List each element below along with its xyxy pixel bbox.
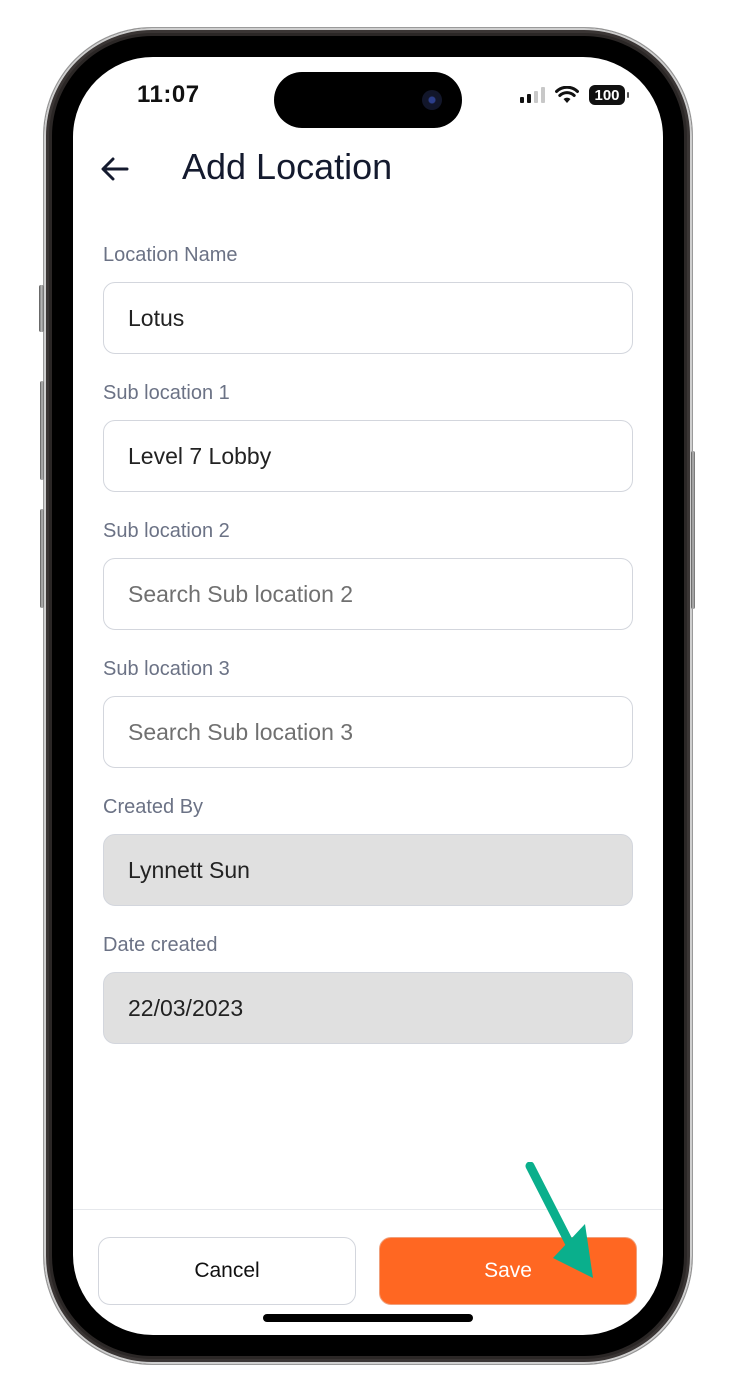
home-indicator <box>263 1314 473 1322</box>
power-button <box>691 451 695 609</box>
location-form: Location Name Sub location 1 Sub locatio… <box>103 242 633 1070</box>
field-label: Sub location 2 <box>103 520 230 542</box>
arrow-left-icon <box>101 157 129 181</box>
wifi-icon <box>555 86 579 103</box>
page-title: Add Location <box>182 146 393 187</box>
created-by-input <box>103 834 633 906</box>
battery-level: 100 <box>594 86 620 104</box>
volume-down-button <box>40 509 44 608</box>
sub-location-1-input[interactable] <box>103 420 633 492</box>
status-time: 11:07 <box>137 81 200 108</box>
field-label: Sub location 3 <box>103 658 230 680</box>
pointer-arrow-icon <box>525 1162 593 1278</box>
field-label: Created By <box>103 796 204 818</box>
page-header: Add Location <box>73 143 663 193</box>
status-indicators: 100 <box>520 85 629 105</box>
back-button[interactable] <box>97 151 133 187</box>
field-label: Location Name <box>103 244 238 266</box>
field-sub-location-1: Sub location 1 <box>103 380 633 492</box>
field-created-by: Created By <box>103 794 633 906</box>
action-button <box>39 285 44 332</box>
date-created-input <box>103 972 633 1044</box>
battery-icon: 100 <box>589 85 629 105</box>
field-location-name: Location Name <box>103 242 633 354</box>
volume-up-button <box>40 381 44 480</box>
sub-location-2-search-input[interactable] <box>103 558 633 630</box>
dynamic-island <box>274 72 462 128</box>
cellular-signal-icon <box>520 87 545 103</box>
field-label: Date created <box>103 934 218 956</box>
field-sub-location-3: Sub location 3 <box>103 656 633 768</box>
field-label: Sub location 1 <box>103 382 230 404</box>
field-sub-location-2: Sub location 2 <box>103 518 633 630</box>
cancel-button[interactable]: Cancel <box>98 1237 356 1305</box>
sub-location-3-search-input[interactable] <box>103 696 633 768</box>
camera-icon <box>422 90 442 110</box>
field-date-created: Date created <box>103 932 633 1044</box>
app-screen: 11:07 100 Add Location Location Name Sub… <box>73 57 663 1335</box>
location-name-input[interactable] <box>103 282 633 354</box>
